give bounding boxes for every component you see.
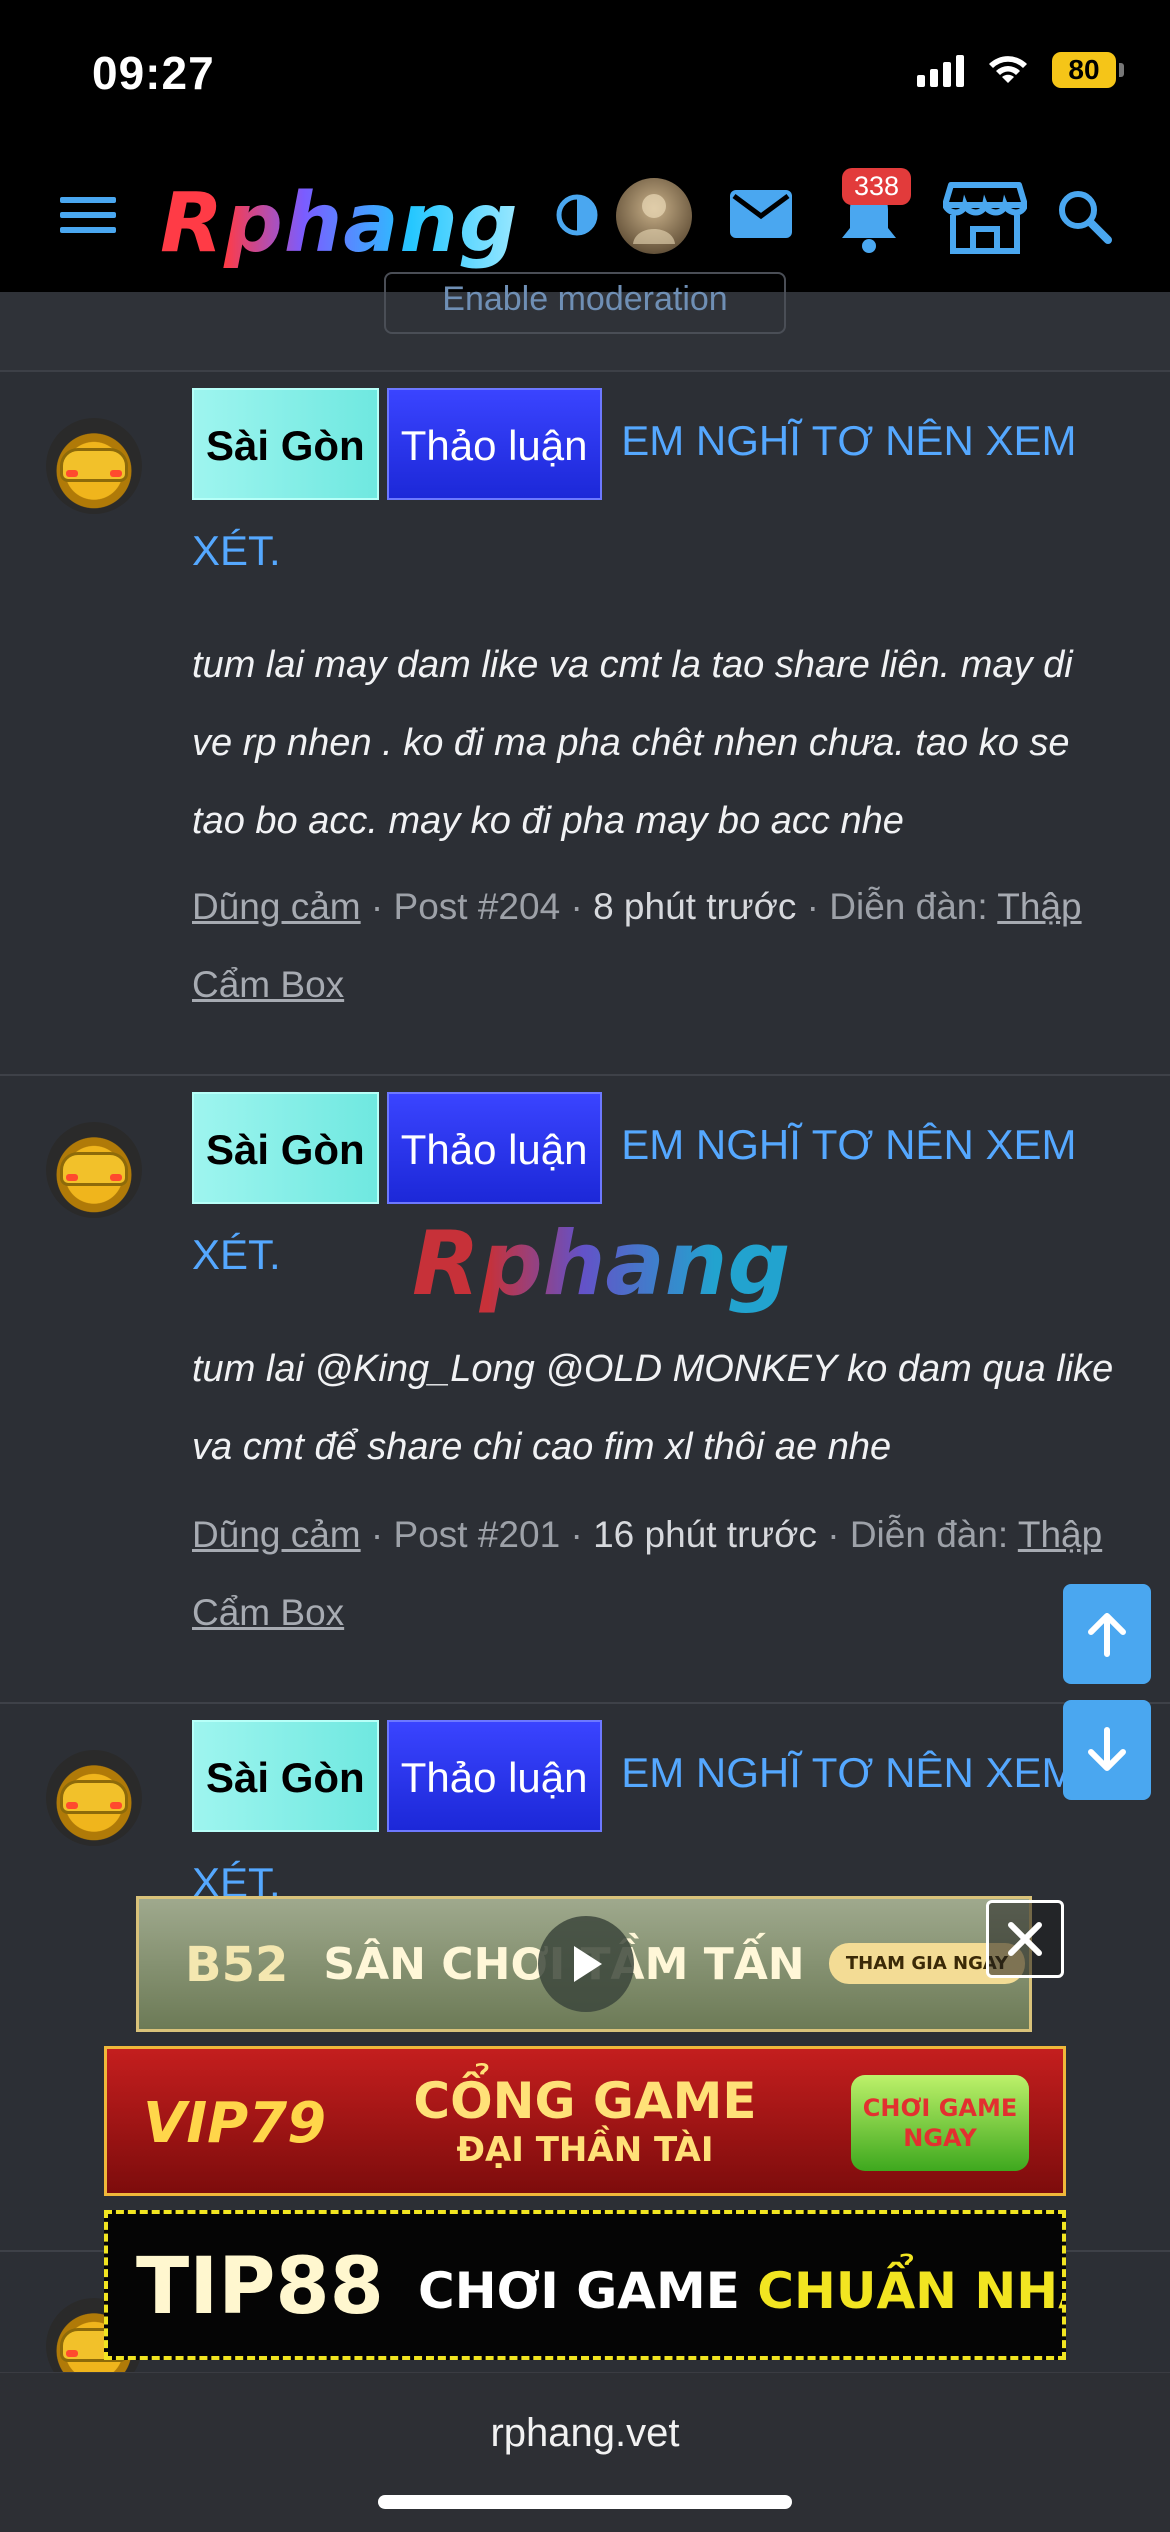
snippet-line: tum lai may dam like va cmt la tao share… bbox=[192, 644, 1073, 686]
snippet-line: ve rp nhen . ko đi ma pha chêt nhen chưa… bbox=[192, 722, 1070, 764]
ad-logo: VIP79 bbox=[143, 2091, 327, 2156]
post-time: 8 phút trước bbox=[593, 886, 797, 927]
ad-logo: TIP88 bbox=[136, 2242, 384, 2332]
arrow-down-icon bbox=[1088, 1727, 1126, 1771]
thread-title-text[interactable]: EM NGHĨ TƠ NÊN XEM bbox=[621, 417, 1076, 464]
post-number: Post #201 bbox=[393, 1514, 561, 1555]
ad-title-highlight: CHUẨN NHÀ CÁI bbox=[757, 2262, 1062, 2320]
enable-moderation-button[interactable]: Enable moderation bbox=[384, 272, 786, 334]
battery-icon: 80 bbox=[1052, 52, 1124, 88]
avatar-icon bbox=[633, 194, 675, 244]
prefix-tag-saigon[interactable]: Sài Gòn bbox=[192, 1720, 379, 1832]
store-button[interactable] bbox=[940, 178, 1030, 258]
post-snippet: tum lai @King_Long @OLD MONKEY ko dam qu… bbox=[192, 1330, 1122, 1486]
mail-icon bbox=[730, 190, 792, 238]
battery-level: 80 bbox=[1052, 52, 1116, 88]
play-button[interactable] bbox=[538, 1916, 634, 2012]
snippet-line: va cmt để share chi cao fim xl thôi ae n… bbox=[192, 1426, 892, 1468]
status-bar: 09:27 80 bbox=[0, 0, 1170, 140]
wifi-icon bbox=[989, 56, 1027, 83]
post-item[interactable]: Sài Gòn Thảo luận EM NGHĨ TƠ NÊN XEM XÉT.… bbox=[0, 372, 1170, 1076]
author-link[interactable]: Dũng cảm bbox=[192, 886, 361, 927]
theme-toggle-button[interactable] bbox=[552, 190, 602, 240]
author-link[interactable]: Dũng cảm bbox=[192, 1514, 361, 1555]
post-meta: Dũng cảm · Post #201 · 16 phút trước · D… bbox=[192, 1514, 1103, 1633]
rphang-watermark: Rphang bbox=[412, 1212, 791, 1315]
store-icon bbox=[943, 182, 1027, 254]
ad-close-button[interactable] bbox=[986, 1900, 1064, 1978]
prefix-tag-discussion[interactable]: Thảo luận bbox=[386, 1092, 602, 1204]
cellular-signal-icon bbox=[917, 53, 964, 87]
avatar[interactable] bbox=[46, 1122, 142, 1218]
search-icon bbox=[1059, 191, 1112, 244]
notification-count-badge: 338 bbox=[842, 168, 912, 205]
prefix-tag-discussion[interactable]: Thảo luận bbox=[386, 1720, 602, 1832]
ad-title: CHƠI GAME bbox=[418, 2262, 740, 2320]
post-meta: Dũng cảm · Post #204 · 8 phút trước · Di… bbox=[192, 886, 1082, 1005]
post-title[interactable]: Sài Gòn Thảo luận EM NGHĨ TƠ NÊN XEM XÉT. bbox=[192, 388, 1132, 602]
ad-title-group: CỔNG GAME ĐẠI THẦN TÀI bbox=[413, 2072, 756, 2170]
hamburger-menu-icon bbox=[60, 197, 116, 233]
site-header: Rphang bbox=[0, 140, 1170, 292]
ad-banner-tip88[interactable]: TIP88 CHƠI GAME CHUẨN NHÀ CÁI bbox=[104, 2210, 1066, 2360]
arrow-up-icon bbox=[1088, 1613, 1126, 1657]
play-icon bbox=[574, 1946, 602, 1982]
avatar[interactable] bbox=[46, 418, 142, 514]
forum-label: Diễn đàn: bbox=[829, 886, 988, 927]
thread-title-text[interactable]: EM NGHĨ TƠ NÊN XEM bbox=[621, 1121, 1076, 1168]
thread-title-text-cont[interactable]: XÉT. bbox=[192, 527, 281, 574]
ad-cta: CHƠI GAME NGAY bbox=[851, 2075, 1029, 2171]
browser-address-bar[interactable]: rphang.vet bbox=[0, 2372, 1170, 2532]
prefix-tag-saigon[interactable]: Sài Gòn bbox=[192, 388, 379, 500]
home-indicator bbox=[378, 2495, 792, 2509]
snippet-line: tao bo acc. may ko đi pha may bo acc nhe bbox=[192, 800, 904, 842]
messages-button[interactable] bbox=[724, 182, 798, 246]
post-item[interactable]: Sài Gòn Thảo luận EM NGHĨ TƠ NÊN XEM XÉT.… bbox=[0, 1076, 1170, 1704]
post-time: 16 phút trước bbox=[593, 1514, 817, 1555]
thread-title-text[interactable]: EM NGHĨ TƠ NÊN XEM bbox=[621, 1749, 1076, 1796]
ad-title: CỔNG GAME bbox=[413, 2072, 757, 2130]
ad-title-group: CHƠI GAME CHUẨN NHÀ CÁI bbox=[418, 2262, 1062, 2320]
site-logo[interactable]: Rphang bbox=[160, 176, 519, 271]
prefix-tag-saigon[interactable]: Sài Gòn bbox=[192, 1092, 379, 1204]
thread-title-text-cont[interactable]: XÉT. bbox=[192, 1231, 281, 1278]
clock: 09:27 bbox=[92, 47, 215, 99]
scroll-to-bottom-button[interactable] bbox=[1063, 1700, 1151, 1800]
search-button[interactable] bbox=[1054, 186, 1114, 246]
menu-button[interactable] bbox=[56, 190, 120, 240]
ad-banner-vip79[interactable]: VIP79 CỔNG GAME ĐẠI THẦN TÀI CHƠI GAME N… bbox=[104, 2046, 1066, 2196]
moderation-bar: Enable moderation bbox=[0, 272, 1170, 372]
post-snippet: tum lai may dam like va cmt la tao share… bbox=[192, 626, 1122, 860]
status-icons: 80 bbox=[917, 52, 1124, 88]
user-avatar-button[interactable] bbox=[616, 178, 692, 254]
contrast-icon bbox=[556, 194, 598, 236]
scroll-to-top-button[interactable] bbox=[1063, 1584, 1151, 1684]
post-number: Post #204 bbox=[393, 886, 561, 927]
avatar[interactable] bbox=[46, 1750, 142, 1846]
ad-subtitle: ĐẠI THẦN TÀI bbox=[456, 2130, 714, 2170]
url-text[interactable]: rphang.vet bbox=[0, 2411, 1170, 2456]
prefix-tag-discussion[interactable]: Thảo luận bbox=[386, 388, 602, 500]
forum-label: Diễn đàn: bbox=[849, 1514, 1009, 1555]
close-icon bbox=[1008, 1922, 1042, 1956]
ad-logo: B52 bbox=[185, 1937, 289, 1993]
snippet-line: tum lai @King_Long @OLD MONKEY ko dam qu… bbox=[192, 1348, 1114, 1390]
